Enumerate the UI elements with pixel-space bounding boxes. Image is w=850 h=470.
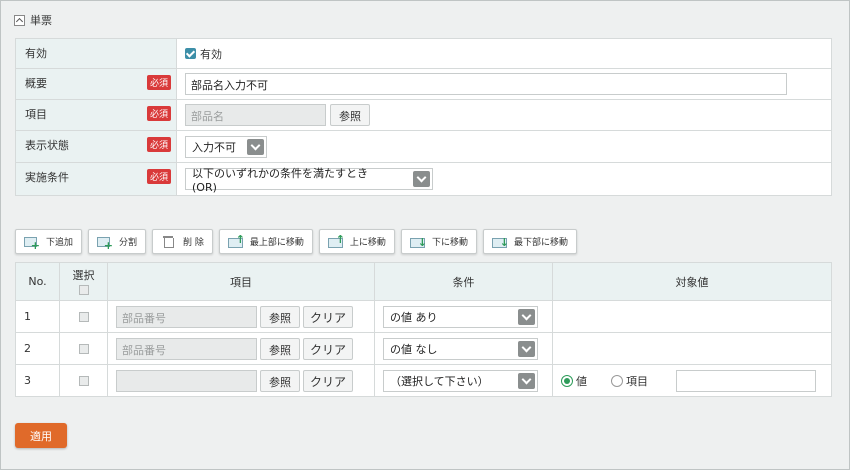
move-down-button[interactable]: 下に移動 <box>400 229 477 254</box>
required-badge: 必須 <box>146 106 171 121</box>
radio-item-label: 項目 <box>626 374 648 388</box>
item-field: 部品番号 <box>116 337 257 360</box>
clear-button[interactable]: クリア <box>303 305 354 328</box>
row-checkbox[interactable] <box>78 312 89 322</box>
display-state-select[interactable]: 入力不可 <box>185 135 267 158</box>
condition-select[interactable]: の値 なし <box>383 337 538 360</box>
condition-table: No. 選択 項目 条件 対象値 1 部品番号 参照 クリア の値 あり 2 部… <box>15 262 832 397</box>
target-cell: 値 項目 <box>552 364 832 397</box>
row-no: 1 <box>15 300 60 333</box>
move-down-icon <box>409 236 427 248</box>
radio-value[interactable] <box>561 374 573 387</box>
row-checkbox[interactable] <box>78 376 89 386</box>
move-top-button[interactable]: 最上部に移動 <box>218 229 313 254</box>
form-label: 項目 必須 <box>15 100 177 130</box>
form-label: 実施条件 必須 <box>15 163 177 195</box>
target-value-input[interactable] <box>676 369 816 392</box>
ref-button[interactable]: 参照 <box>260 369 300 392</box>
display-state-value: 入力不可 <box>192 140 236 154</box>
radio-value-label: 値 <box>576 374 587 388</box>
clear-button[interactable]: クリア <box>303 337 354 360</box>
ref-button[interactable]: 参照 <box>260 305 300 328</box>
split-button[interactable]: 分割 <box>88 229 147 254</box>
add-below-button[interactable]: 下追加 <box>15 229 83 254</box>
condition-select[interactable]: （選択して下さい） <box>383 369 538 392</box>
condition-mode-select[interactable]: 以下のいずれかの条件を満たすとき (OR) <box>185 167 433 194</box>
item-field <box>116 369 257 392</box>
table-row: 3 参照 クリア （選択して下さい） 値 項目 <box>15 364 832 397</box>
required-badge: 必須 <box>146 137 171 152</box>
form-label: 概要 必須 <box>15 69 177 99</box>
split-icon <box>97 236 113 251</box>
move-up-button[interactable]: 上に移動 <box>318 229 395 254</box>
delete-button[interactable]: 削 除 <box>152 229 213 254</box>
enabled-checkbox[interactable] <box>185 48 196 59</box>
summary-input[interactable]: 部品名入力不可 <box>185 73 787 95</box>
clear-button[interactable]: クリア <box>303 369 354 392</box>
trash-icon <box>161 235 177 248</box>
item-field: 部品名 <box>185 104 326 126</box>
col-item: 項目 <box>107 262 375 301</box>
ref-button[interactable]: 参照 <box>260 337 300 360</box>
move-bottom-icon <box>491 236 509 248</box>
chevron-down-icon <box>518 372 535 389</box>
col-no: No. <box>15 262 60 301</box>
form-label: 表示状態 必須 <box>15 131 177 162</box>
move-top-icon <box>227 234 245 248</box>
required-badge: 必須 <box>146 169 171 184</box>
required-badge: 必須 <box>146 75 171 90</box>
chevron-down-icon <box>518 308 535 325</box>
collapse-icon[interactable] <box>14 14 25 26</box>
form-row-display-state: 表示状態 必須 入力不可 <box>15 131 832 163</box>
condition-select[interactable]: の値 あり <box>383 305 538 328</box>
move-up-icon <box>327 234 345 248</box>
table-row: 1 部品番号 参照 クリア の値 あり <box>15 300 832 333</box>
form-row-item: 項目 必須 部品名 参照 <box>15 100 832 131</box>
item-field: 部品番号 <box>116 305 257 328</box>
radio-item[interactable] <box>611 374 623 387</box>
row-toolbar: 下追加 分割 削 除 最上部に移動 上に移動 下に移動 最下部に移動 <box>15 229 577 254</box>
form-label: 有効 <box>15 39 177 68</box>
detail-form: 有効 有効 概要 必須 部品名入力不可 項目 必須 部品名 参照 表示状態 必須 入力… <box>15 38 832 196</box>
enabled-checkbox-label: 有効 <box>200 47 222 61</box>
form-row-enabled: 有効 有効 <box>15 39 832 69</box>
select-all-checkbox[interactable] <box>78 285 89 295</box>
target-cell <box>552 300 832 333</box>
section-title: 単票 <box>30 14 52 27</box>
chevron-down-icon <box>518 340 535 357</box>
chevron-down-icon <box>247 138 264 155</box>
apply-button[interactable]: 適用 <box>15 423 67 448</box>
move-bottom-button[interactable]: 最下部に移動 <box>482 229 577 254</box>
col-target: 対象値 <box>552 262 832 301</box>
col-condition: 条件 <box>374 262 553 301</box>
target-cell <box>552 332 832 365</box>
row-no: 3 <box>15 364 60 397</box>
row-no: 2 <box>15 332 60 365</box>
add-row-icon <box>24 236 40 251</box>
chevron-down-icon <box>413 171 430 187</box>
form-row-condition: 実施条件 必須 以下のいずれかの条件を満たすとき (OR) <box>15 163 832 196</box>
item-ref-button[interactable]: 参照 <box>330 104 370 126</box>
table-row: 2 部品番号 参照 クリア の値 なし <box>15 332 832 365</box>
col-select: 選択 <box>59 262 108 301</box>
condition-mode-value: 以下のいずれかの条件を満たすとき (OR) <box>192 166 379 194</box>
form-row-summary: 概要 必須 部品名入力不可 <box>15 69 832 100</box>
row-checkbox[interactable] <box>78 344 89 354</box>
section-header: 単票 <box>14 12 52 28</box>
